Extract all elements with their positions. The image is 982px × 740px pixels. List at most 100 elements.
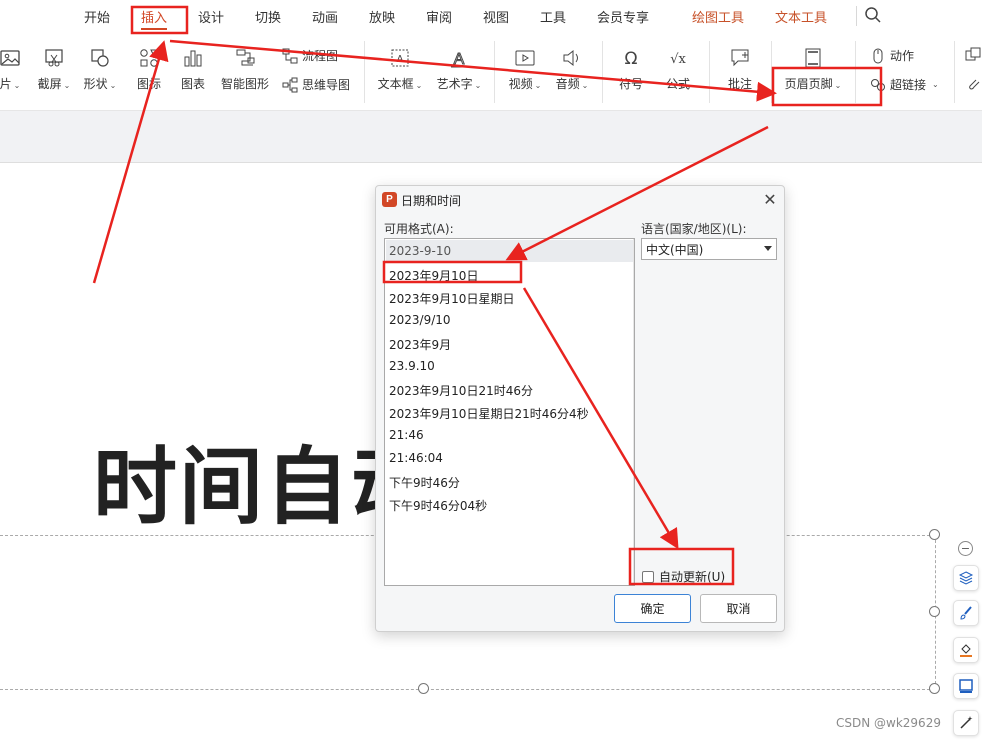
svg-text:√x: √x: [670, 52, 686, 67]
format-listbox[interactable]: 2023-9-10 2023年9月10日 2023年9月10日星期日 2023/…: [384, 238, 635, 586]
format-option[interactable]: 23.9.10: [389, 359, 435, 373]
symbol-button[interactable]: Ω 符号: [612, 47, 650, 92]
speaker-icon: [563, 49, 578, 67]
close-icon[interactable]: ✕: [761, 190, 779, 209]
formats-label: 可用格式(A):: [384, 222, 454, 236]
menu-tab-bar: 开始 插入 设计 切换 动画 放映 审阅 视图 工具 会员专享 绘图工具 文本工…: [0, 0, 982, 33]
format-option[interactable]: 2023年9月10日: [389, 267, 478, 284]
outline-button[interactable]: [953, 673, 979, 699]
mouse-icon: [873, 48, 883, 63]
action-button[interactable]: 动作: [870, 47, 914, 64]
shape-label: 形状: [83, 77, 108, 91]
format-option[interactable]: 下午9时46分04秒: [389, 497, 487, 514]
resize-handle[interactable]: [929, 529, 940, 540]
ok-button[interactable]: 确定: [614, 594, 691, 623]
resize-handle[interactable]: [929, 683, 940, 694]
tab-design[interactable]: 设计: [198, 7, 224, 26]
tab-review[interactable]: 审阅: [426, 7, 452, 26]
icon-library-button[interactable]: 图标: [132, 47, 166, 92]
header-footer-button[interactable]: 页眉页脚 ⌄: [782, 47, 844, 92]
video-button[interactable]: 视频 ⌄: [506, 47, 544, 92]
tab-slideshow[interactable]: 放映: [369, 7, 395, 26]
tab-transitions[interactable]: 切换: [255, 7, 281, 26]
fill-button[interactable]: [953, 637, 979, 663]
magic-wand-icon: [960, 716, 973, 729]
icon-library-icon: [140, 49, 158, 67]
format-option[interactable]: 2023年9月10日21时46分: [389, 382, 533, 399]
tab-home[interactable]: 开始: [84, 7, 110, 26]
format-option[interactable]: 2023年9月10日星期日: [389, 290, 514, 307]
mindmap-icon: [282, 77, 298, 92]
collapse-toolbar-button[interactable]: −: [958, 541, 973, 556]
auto-update-option[interactable]: 自动更新(U): [642, 568, 725, 585]
hyperlink-button[interactable]: 超链接 ⌄: [870, 76, 939, 93]
screenshot-button[interactable]: 截屏 ⌄: [36, 47, 72, 92]
auto-update-label: 自动更新(U): [659, 570, 726, 584]
flowchart-button[interactable]: 流程图: [282, 47, 338, 64]
header-footer-icon: [805, 48, 821, 68]
attachment-icon[interactable]: [965, 76, 981, 92]
format-option[interactable]: 2023/9/10: [389, 313, 451, 327]
cancel-button[interactable]: 取消: [700, 594, 777, 623]
svg-text:A: A: [454, 51, 465, 68]
ribbon-separator: [855, 41, 856, 103]
ribbon-separator: [709, 41, 710, 103]
audio-button[interactable]: 音频 ⌄: [552, 47, 592, 92]
smartart-button[interactable]: 智能图形: [219, 47, 271, 92]
video-icon: [515, 50, 535, 66]
language-dropdown[interactable]: 中文(中国): [641, 238, 777, 260]
format-option[interactable]: 2023年9月: [389, 336, 451, 353]
tab-drawing-tools[interactable]: 绘图工具: [692, 7, 744, 26]
formula-button[interactable]: √x 公式: [658, 47, 698, 92]
shape-button[interactable]: 形状 ⌄: [82, 47, 118, 92]
tab-animations[interactable]: 动画: [312, 7, 338, 26]
format-option[interactable]: 2023-9-10: [389, 244, 451, 258]
comment-label: 批注: [727, 77, 752, 91]
list-scroll-track[interactable]: [633, 239, 634, 585]
formula-label: 公式: [665, 77, 690, 91]
auto-update-checkbox[interactable]: [642, 570, 654, 583]
svg-text:Ω: Ω: [625, 49, 638, 69]
flowchart-icon: [282, 48, 298, 63]
comment-button[interactable]: 批注: [724, 47, 756, 92]
symbol-label: 符号: [618, 77, 643, 91]
smartart-icon: [236, 49, 255, 66]
format-option[interactable]: 21:46: [389, 428, 424, 442]
textbox-button[interactable]: A 文本框 ⌄: [376, 47, 424, 92]
textbox-label: 文本框: [377, 77, 414, 91]
tab-tools[interactable]: 工具: [540, 7, 566, 26]
brush-icon: [960, 606, 972, 620]
format-option[interactable]: 下午9时46分: [389, 474, 460, 491]
paint-bucket-icon: [960, 644, 972, 657]
wordart-button[interactable]: A 艺术字 ⌄: [434, 47, 484, 92]
dropdown-arrow-icon: [764, 246, 772, 251]
brush-button[interactable]: [953, 600, 979, 626]
wordart-icon: A: [451, 51, 467, 69]
magic-button[interactable]: [953, 710, 979, 736]
ribbon-separator: [771, 41, 772, 103]
omega-icon: Ω: [625, 49, 638, 69]
mindmap-button[interactable]: 思维导图: [282, 76, 350, 93]
search-icon[interactable]: [864, 6, 882, 24]
chart-label: 图表: [180, 77, 205, 91]
tab-text-tools[interactable]: 文本工具: [775, 7, 827, 26]
format-option[interactable]: 21:46:04: [389, 451, 443, 465]
resize-handle[interactable]: [418, 683, 429, 694]
textbox-icon: A: [391, 49, 409, 67]
ribbon-separator: [364, 41, 365, 103]
resize-handle[interactable]: [929, 606, 940, 617]
tab-view[interactable]: 视图: [483, 7, 509, 26]
tab-member[interactable]: 会员专享: [597, 7, 649, 26]
object-icon[interactable]: [965, 47, 981, 63]
layers-button[interactable]: [953, 565, 979, 591]
header-footer-label: 页眉页脚: [784, 77, 833, 91]
action-label: 动作: [890, 49, 915, 63]
picture-label: 片: [0, 77, 12, 91]
chart-button[interactable]: 图表: [178, 47, 208, 92]
date-time-dialog: P 日期和时间 ✕ 可用格式(A): 语言(国家/地区)(L): 2023-9-…: [375, 185, 785, 632]
icon-library-label: 图标: [136, 77, 161, 91]
tab-insert[interactable]: 插入: [141, 7, 168, 30]
scissors-icon: [45, 49, 63, 67]
picture-button[interactable]: 片 ⌄: [0, 47, 26, 92]
format-option[interactable]: 2023年9月10日星期日21时46分4秒: [389, 405, 589, 422]
